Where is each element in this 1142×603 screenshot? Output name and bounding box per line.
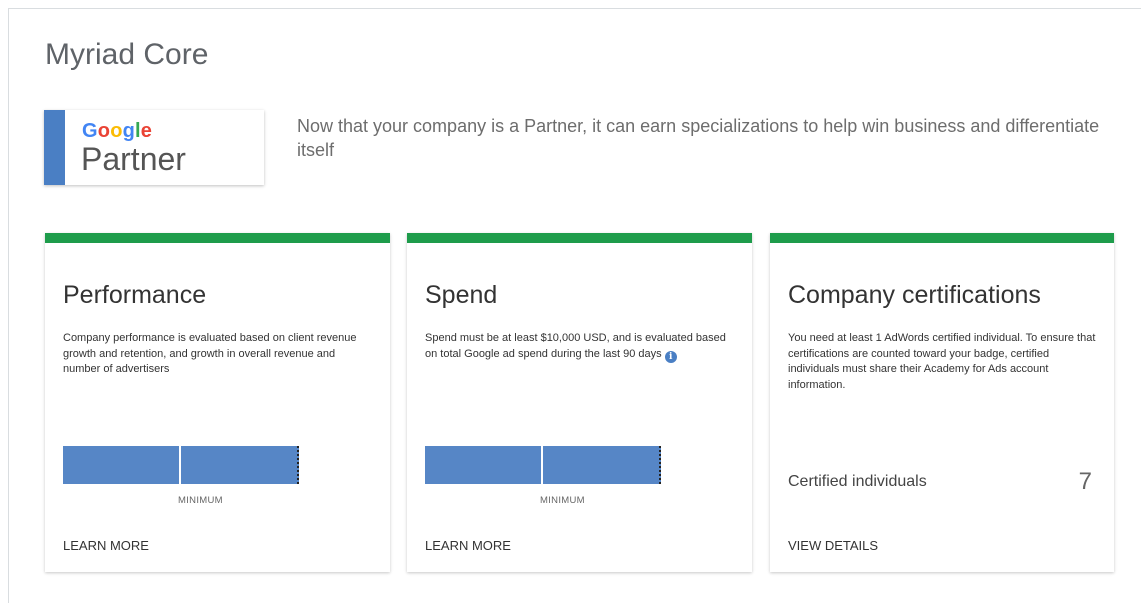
progress-fill — [425, 446, 661, 484]
certifications-card: Company certifications You need at least… — [770, 233, 1114, 572]
google-partner-badge: Google Partner — [44, 110, 264, 185]
view-details-link[interactable]: VIEW DETAILS — [788, 538, 878, 553]
minimum-marker — [659, 446, 661, 484]
card-description: Company performance is evaluated based o… — [63, 332, 357, 375]
intro-text: Now that your company is a Partner, it c… — [297, 116, 1100, 160]
bar-caption: MINIMUM — [178, 495, 223, 506]
performance-progress-bar — [63, 446, 299, 484]
card-title: Company certifications — [788, 281, 1041, 309]
info-icon[interactable]: i — [664, 350, 677, 363]
page-title: Myriad Core — [45, 38, 209, 71]
progress-fill — [63, 446, 299, 484]
certified-individuals-count: 7 — [1078, 468, 1092, 495]
google-logo-text: Google — [82, 120, 153, 142]
bar-divider — [179, 446, 181, 484]
spend-progress-bar — [425, 446, 661, 484]
bar-caption: MINIMUM — [540, 495, 585, 506]
learn-more-link[interactable]: LEARN MORE — [425, 538, 511, 553]
badge-accent-bar — [44, 110, 65, 185]
performance-card: Performance Company performance is evalu… — [45, 233, 390, 572]
learn-more-link[interactable]: LEARN MORE — [63, 538, 149, 553]
card-title: Performance — [63, 281, 207, 309]
certified-individuals-label: Certified individuals — [788, 473, 927, 490]
bar-divider — [541, 446, 543, 484]
spend-card: Spend Spend must be at least $10,000 USD… — [407, 233, 752, 572]
card-description: You need at least 1 AdWords certified in… — [788, 332, 1096, 391]
card-title: Spend — [425, 281, 498, 309]
partner-logo-text: Partner — [81, 141, 186, 177]
minimum-marker — [297, 446, 299, 484]
card-description: Spend must be at least $10,000 USD, and … — [425, 332, 726, 363]
